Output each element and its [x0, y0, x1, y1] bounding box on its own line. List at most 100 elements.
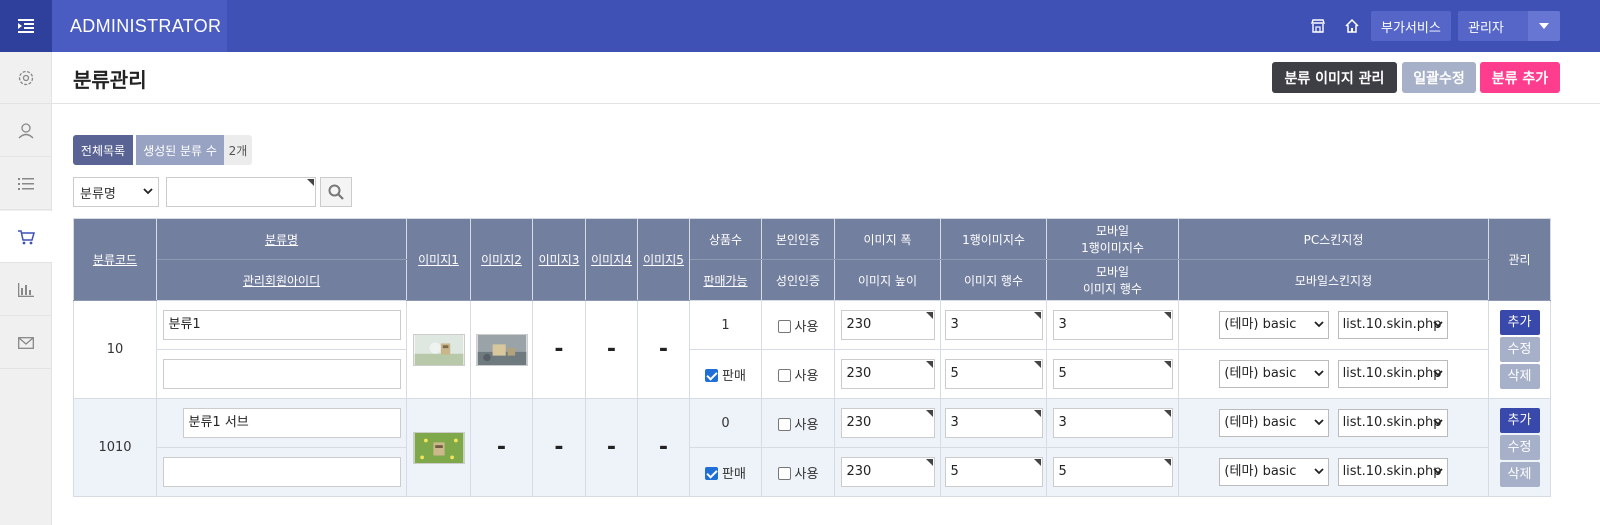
- mobile-row-img-count-input[interactable]: 3: [1052, 408, 1173, 438]
- col-header-mobile-skin: 모바일스킨지정: [1178, 259, 1489, 301]
- mobile-skin-file-value: list.10.skin.php: [1342, 366, 1442, 381]
- sidebar-item-board[interactable]: [0, 158, 52, 210]
- img-width-input[interactable]: 230: [840, 310, 935, 340]
- add-category-button[interactable]: 분류 추가: [1480, 62, 1560, 93]
- page-title: 분류관리: [73, 68, 147, 92]
- pc-skin-theme-value: (테마) basic: [1224, 317, 1297, 332]
- col-header-img2[interactable]: 이미지2: [470, 218, 533, 301]
- img-height-input[interactable]: 230: [840, 359, 935, 389]
- admin-user-menu[interactable]: 관리자: [1458, 11, 1560, 41]
- image-4-empty: -: [606, 435, 617, 460]
- sidebar: [0, 52, 52, 525]
- pc-skin-file-select[interactable]: list.10.skin.php: [1337, 409, 1448, 437]
- sidebar-item-mail[interactable]: [0, 317, 52, 369]
- chevron-down-icon: [1432, 468, 1443, 475]
- pc-skin-file-value: list.10.skin.php: [1342, 415, 1442, 430]
- mobile-skin-theme-select[interactable]: (테마) basic: [1219, 360, 1330, 388]
- col-header-name[interactable]: 분류명: [156, 218, 407, 260]
- identity-auth-checkbox[interactable]: [777, 417, 791, 431]
- row-delete-button[interactable]: 삭제: [1499, 364, 1540, 389]
- row-add-button[interactable]: 추가: [1499, 310, 1540, 335]
- mobile-skin-theme-select[interactable]: (테마) basic: [1219, 458, 1330, 486]
- pc-skin-theme-select[interactable]: (테마) basic: [1219, 409, 1330, 437]
- col-header-identity-auth: 본인인증: [761, 218, 835, 260]
- category-image-1: [412, 333, 465, 366]
- chevron-down-icon: [143, 188, 153, 195]
- mobile-skin-file-select[interactable]: list.10.skin.php: [1337, 458, 1448, 486]
- table-row: 판매 사용 230 5 5 (테마) basic list.10.skin.ph…: [74, 349, 1551, 399]
- addon-services-button[interactable]: 부가서비스: [1371, 11, 1451, 41]
- row-delete-button[interactable]: 삭제: [1499, 462, 1540, 487]
- row-img-count-input[interactable]: 3: [944, 310, 1043, 340]
- sidebar-item-settings[interactable]: [0, 52, 52, 104]
- sidebar-item-stats[interactable]: [0, 264, 52, 316]
- bar-chart-icon: [18, 282, 34, 297]
- pc-skin-file-select[interactable]: list.10.skin.php: [1337, 311, 1448, 339]
- col-header-sellable[interactable]: 판매가능: [689, 259, 762, 301]
- gear-icon: [18, 70, 34, 85]
- list-icon: [18, 177, 34, 190]
- identity-auth-checkbox[interactable]: [777, 319, 791, 333]
- sell-checkbox[interactable]: [705, 466, 719, 480]
- row-edit-button[interactable]: 수정: [1499, 337, 1540, 362]
- col-header-img4[interactable]: 이미지4: [585, 218, 638, 301]
- all-list-button[interactable]: 전체목록: [73, 135, 133, 165]
- mobile-skin-file-select[interactable]: list.10.skin.php: [1337, 360, 1448, 388]
- pc-skin-theme-select[interactable]: (테마) basic: [1219, 311, 1330, 339]
- chevron-down-icon: [1314, 370, 1325, 377]
- img-rows-input[interactable]: 5: [944, 359, 1043, 389]
- table-row: 1010 분류1 서브 - - - - 0 사용 230 3 3 (테마) ba…: [73, 398, 1551, 497]
- sidebar-item-members[interactable]: [0, 105, 52, 157]
- cart-icon: [18, 229, 35, 244]
- image-3-empty: -: [554, 337, 564, 362]
- search-field-select[interactable]: 분류명: [73, 177, 159, 207]
- col-header-img-rows: 이미지 행수: [940, 259, 1047, 301]
- search-input[interactable]: [166, 177, 316, 207]
- mobile-img-rows-input[interactable]: 5: [1052, 359, 1173, 389]
- brand-title[interactable]: ADMINISTRATOR: [52, 0, 227, 52]
- menu-toggle-button[interactable]: [0, 0, 52, 52]
- search-field-value: 분류명: [80, 186, 116, 202]
- col-header-img1[interactable]: 이미지1: [406, 218, 471, 301]
- chevron-down-icon: [1432, 419, 1443, 426]
- sell-label: 판매: [722, 368, 746, 384]
- image-3-empty: -: [554, 435, 564, 460]
- admin-id-input[interactable]: [162, 457, 401, 487]
- category-table: 분류코드 분류명 이미지1 이미지2 이미지3 이미지4 이미지5 상품수 본인…: [73, 218, 1551, 497]
- adult-auth-checkbox[interactable]: [777, 368, 791, 382]
- admin-id-input[interactable]: [162, 359, 401, 389]
- col-header-img3[interactable]: 이미지3: [532, 218, 586, 301]
- table-row: 판매 사용 230 5 5 (테마) basic list.10.skin.ph…: [74, 447, 1551, 497]
- category-name-input[interactable]: 분류1: [162, 310, 401, 340]
- sidebar-item-shop[interactable]: [0, 211, 52, 263]
- row-add-button[interactable]: 추가: [1499, 408, 1540, 433]
- col-header-img5[interactable]: 이미지5: [637, 218, 690, 301]
- img-height-input[interactable]: 230: [840, 457, 935, 487]
- store-icon[interactable]: [1306, 14, 1330, 38]
- col-header-img-width: 이미지 폭: [834, 218, 941, 260]
- search-button[interactable]: [320, 177, 352, 207]
- col-header-product-count: 상품수: [689, 218, 762, 260]
- img-width-input[interactable]: 230: [840, 408, 935, 438]
- category-image-2: [475, 333, 528, 366]
- mobile-img-rows-input[interactable]: 5: [1052, 457, 1173, 487]
- search-icon: [328, 184, 344, 200]
- mobile-row-img-count-input[interactable]: 3: [1052, 310, 1173, 340]
- category-count-label: 생성된 분류 수: [136, 135, 224, 165]
- category-name-input[interactable]: 분류1 서브: [182, 408, 401, 438]
- sell-checkbox[interactable]: [705, 368, 719, 382]
- col-header-admin-id[interactable]: 관리회원아이디: [156, 259, 407, 301]
- row-img-count-input[interactable]: 3: [944, 408, 1043, 438]
- row-edit-button[interactable]: 수정: [1499, 435, 1540, 460]
- home-icon[interactable]: [1340, 14, 1364, 38]
- adult-auth-checkbox[interactable]: [777, 466, 791, 480]
- caret-down-icon[interactable]: [1528, 11, 1560, 41]
- col-header-row-img-count: 1행이미지수: [940, 218, 1047, 260]
- bulk-edit-button[interactable]: 일괄수정: [1402, 62, 1476, 93]
- col-header-code[interactable]: 분류코드: [73, 218, 157, 301]
- user-icon: [18, 122, 34, 138]
- col-header-adult-auth: 성인인증: [761, 259, 835, 301]
- menu-collapse-icon: [18, 19, 34, 33]
- img-rows-input[interactable]: 5: [944, 457, 1043, 487]
- category-image-manage-button[interactable]: 분류 이미지 관리: [1272, 62, 1397, 93]
